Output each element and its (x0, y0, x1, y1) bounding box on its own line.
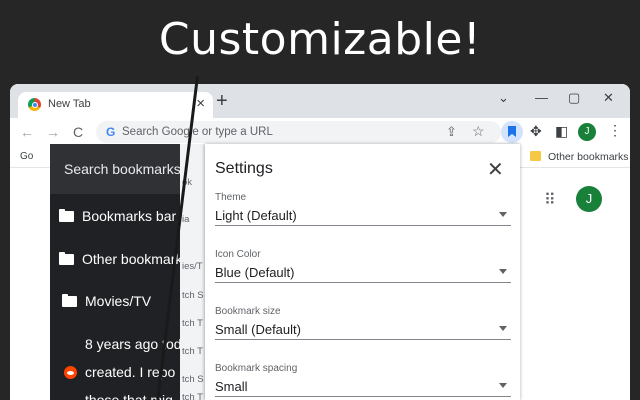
other-bookmarks-link[interactable]: Other bookmarks (548, 151, 629, 163)
back-button[interactable]: ← (20, 124, 34, 140)
strip-text: tch S (182, 374, 204, 385)
field-label: Bookmark size (215, 306, 281, 317)
sidebar-item-label: Movies/TV (85, 293, 152, 309)
field-label: Theme (215, 192, 247, 203)
field-label: Bookmark spacing (215, 363, 298, 374)
chevron-down-icon (499, 212, 507, 217)
close-icon[interactable]: ✕ (487, 157, 504, 182)
strip-text: tch T (182, 346, 203, 357)
folder-icon (59, 252, 74, 265)
field-label: Icon Color (215, 249, 261, 260)
bookmark-spacing-select[interactable]: Bookmark spacing Small (215, 363, 511, 397)
theme-select[interactable]: Theme Light (Default) (215, 192, 511, 226)
tab-new-tab[interactable]: New Tab × (18, 92, 213, 118)
ntp-avatar[interactable]: J (576, 186, 602, 212)
puzzle-icon[interactable]: ✥ (530, 123, 542, 140)
profile-avatar[interactable]: J (578, 123, 596, 141)
field-value: Blue (Default) (215, 265, 295, 280)
field-value: Small (Default) (215, 322, 301, 337)
bookmark-text-line: 8 years ago tod (85, 336, 182, 352)
sidebar-item-label: Other bookmark (82, 251, 183, 267)
field-value: Small (215, 379, 248, 394)
chevron-down-icon (499, 269, 507, 274)
tab-search-icon[interactable]: ⌄ (498, 90, 509, 106)
chevron-down-icon (499, 326, 507, 331)
strip-text: ies/T (182, 261, 203, 272)
omnibox[interactable]: G Search Google or type a URL ⇪ ☆ (96, 121, 501, 143)
folder-icon (59, 209, 74, 222)
forward-button[interactable]: → (46, 124, 60, 140)
side-panel-icon[interactable]: ◧ (555, 123, 568, 140)
reload-button[interactable]: C (73, 124, 83, 140)
minimize-button[interactable]: — (535, 90, 548, 105)
kebab-menu-icon[interactable]: ⋮ (608, 122, 622, 139)
reddit-icon (64, 366, 77, 379)
settings-panel: Settings ✕ Theme Light (Default) Icon Co… (205, 144, 520, 400)
bookmark-item[interactable]: Go (20, 151, 33, 162)
tab-strip: New Tab × + ⌄ — ▢ ✕ (10, 84, 630, 118)
strip-text: tch S (182, 290, 204, 301)
apps-grid-icon[interactable]: ⠿ (544, 190, 556, 210)
folder-icon (62, 294, 77, 307)
new-tab-button[interactable]: + (216, 90, 228, 113)
omnibox-placeholder: Search Google or type a URL (122, 126, 273, 138)
sidebar-item-label: Bookmarks bar (82, 208, 177, 224)
promo-headline: Customizable! (158, 14, 482, 65)
field-value: Light (Default) (215, 208, 297, 223)
bookmark-size-select[interactable]: Bookmark size Small (Default) (215, 306, 511, 340)
settings-title: Settings (215, 160, 273, 177)
icon-color-select[interactable]: Icon Color Blue (Default) (215, 249, 511, 283)
tab-title: New Tab (48, 98, 91, 110)
folder-icon (530, 151, 541, 161)
bookmark-extension-icon[interactable] (501, 121, 523, 143)
strip-text: ia (182, 214, 190, 225)
google-icon: G (106, 125, 116, 139)
share-icon[interactable]: ⇪ (446, 124, 457, 140)
tab-close-icon[interactable]: × (196, 95, 205, 112)
chrome-icon (28, 98, 41, 111)
close-window-button[interactable]: ✕ (603, 90, 614, 106)
browser-toolbar: ← → C G Search Google or type a URL ⇪ ☆ … (10, 118, 630, 146)
chevron-down-icon (499, 383, 507, 388)
strip-text: tch T (182, 318, 203, 329)
star-icon[interactable]: ☆ (472, 123, 485, 140)
strip-text: tch T (182, 392, 203, 400)
maximize-button[interactable]: ▢ (568, 90, 580, 106)
